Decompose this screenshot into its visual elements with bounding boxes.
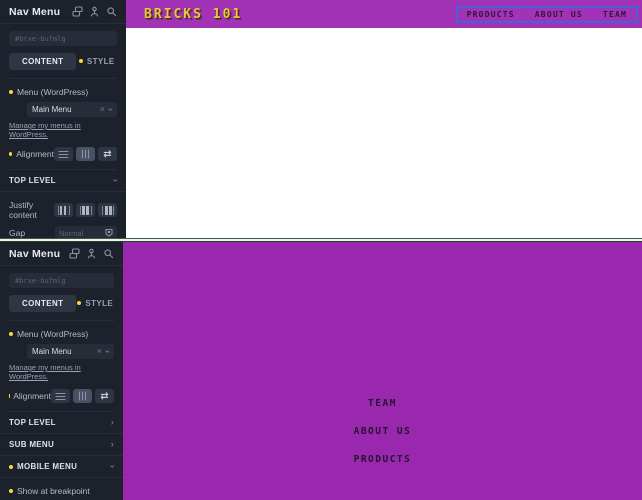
swap-icon: ⇄ xyxy=(100,390,109,402)
swap-direction-button[interactable]: ⇄ xyxy=(98,147,117,161)
tab-content[interactable]: CONTENT xyxy=(9,53,77,70)
nav-item-products[interactable]: PRODUCTS xyxy=(467,10,515,19)
chevron-right-icon: › xyxy=(110,417,114,427)
menu-wordpress-label: Menu (WordPress) xyxy=(9,87,117,97)
nav-item-about-us[interactable]: ABOUT US xyxy=(535,10,583,19)
justify-center-button[interactable] xyxy=(76,203,95,217)
panel-header: Nav Menu xyxy=(0,0,126,24)
section-top-level[interactable]: TOP LEVEL › xyxy=(0,170,126,192)
gap-value-input[interactable] xyxy=(59,228,105,238)
tab-style[interactable]: STYLE xyxy=(76,57,117,66)
menu-select[interactable]: Main Menu × › xyxy=(27,344,114,359)
gap-input[interactable] xyxy=(55,226,117,238)
justify-start-button[interactable] xyxy=(54,203,73,217)
search-icon[interactable] xyxy=(103,248,114,259)
chevron-down-icon[interactable]: › xyxy=(106,108,116,111)
chevron-down-icon: › xyxy=(107,464,118,469)
nav-item-about-us[interactable]: ABOUT US xyxy=(123,426,642,437)
site-logo[interactable]: BRICKS 101 xyxy=(144,7,242,22)
alignment-row: Alignment ⇄ xyxy=(9,147,117,161)
mobile-nav-menu[interactable]: TEAM ABOUT US PRODUCTS xyxy=(123,398,642,482)
tab-content[interactable]: CONTENT xyxy=(9,295,77,312)
element-id-input[interactable] xyxy=(9,273,114,288)
nav-item-team[interactable]: TEAM xyxy=(603,10,627,19)
person-icon[interactable] xyxy=(86,248,97,259)
justify-end-button[interactable] xyxy=(98,203,117,217)
menu-select[interactable]: Main Menu × › xyxy=(27,102,117,117)
element-settings-panel: Nav Menu CONTENT STYLE Menu (WordPress) … xyxy=(0,0,126,238)
tab-style[interactable]: STYLE xyxy=(76,299,114,308)
clear-icon[interactable]: × xyxy=(100,105,105,114)
page: Nav Menu CONTENT STYLE Menu (WordPress) … xyxy=(0,0,642,500)
builder-canvas-mobile: TEAM ABOUT US PRODUCTS xyxy=(123,242,642,500)
alignment-row: Alignment ⇄ xyxy=(9,389,114,403)
nav-item-products[interactable]: PRODUCTS xyxy=(123,454,642,465)
modified-dot xyxy=(78,59,83,63)
clear-icon[interactable]: × xyxy=(97,347,102,356)
duplicate-icon[interactable] xyxy=(69,248,80,259)
chevron-down-icon: › xyxy=(110,178,121,183)
screenshot-top: Nav Menu CONTENT STYLE Menu (WordPress) … xyxy=(0,0,642,238)
align-horizontal-button[interactable] xyxy=(51,389,70,403)
show-at-breakpoint-label: Show at breakpoint xyxy=(9,486,114,496)
manage-menus-link[interactable]: Manage my menus in WordPress. xyxy=(9,363,114,381)
swap-icon: ⇄ xyxy=(103,148,112,160)
dynamic-data-icon[interactable] xyxy=(105,228,113,239)
element-settings-panel: Nav Menu CONTENT STYLE Menu (WordPress) … xyxy=(0,242,123,500)
align-vertical-button[interactable] xyxy=(73,389,92,403)
search-icon[interactable] xyxy=(106,6,117,17)
menu-wordpress-label: Menu (WordPress) xyxy=(9,329,114,339)
screenshot-bottom: TEAM ABOUT US PRODUCTS Nav Menu CONTENT … xyxy=(0,242,642,500)
person-icon[interactable] xyxy=(89,6,100,17)
justify-content-row: Justify content xyxy=(9,200,117,220)
chevron-down-icon[interactable]: › xyxy=(103,350,113,353)
align-horizontal-button[interactable] xyxy=(54,147,73,161)
panel-header: Nav Menu xyxy=(0,242,123,266)
panel-title: Nav Menu xyxy=(9,5,61,18)
builder-canvas-desktop: BRICKS 101 PRODUCTS ABOUT US TEAM xyxy=(126,0,642,238)
duplicate-icon[interactable] xyxy=(72,6,83,17)
nav-menu-element-selected[interactable]: PRODUCTS ABOUT US TEAM xyxy=(455,6,638,23)
align-vertical-button[interactable] xyxy=(76,147,95,161)
gap-row: Gap xyxy=(9,226,117,238)
section-top-level[interactable]: TOP LEVEL › xyxy=(0,412,123,434)
site-header: BRICKS 101 PRODUCTS ABOUT US TEAM xyxy=(126,0,642,28)
section-mobile-menu[interactable]: MOBILE MENU › xyxy=(0,456,123,478)
section-sub-menu[interactable]: SUB MENU › xyxy=(0,434,123,456)
panel-title: Nav Menu xyxy=(9,247,61,260)
chevron-right-icon: › xyxy=(110,439,114,449)
manage-menus-link[interactable]: Manage my menus in WordPress. xyxy=(9,121,117,139)
element-id-input[interactable] xyxy=(9,31,117,46)
nav-item-team[interactable]: TEAM xyxy=(123,398,642,409)
modified-dot xyxy=(77,301,82,305)
swap-direction-button[interactable]: ⇄ xyxy=(95,389,114,403)
